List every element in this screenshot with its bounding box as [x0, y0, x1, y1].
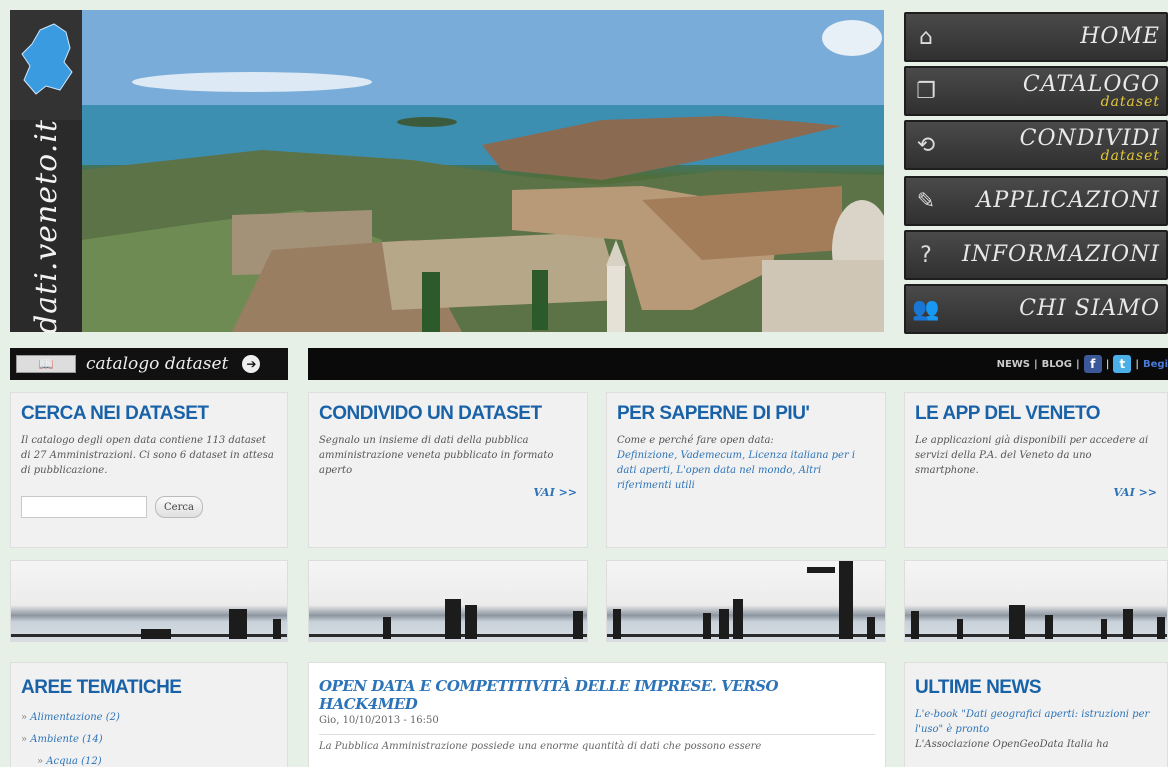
latest-news-panel: ULTIME NEWS L'e-book "Dati geografici ap…: [904, 662, 1168, 767]
news-blog-bar: NEWS | BLOG | f | t | Begi: [308, 348, 1168, 380]
facebook-icon[interactable]: f: [1083, 355, 1102, 373]
news-item-text: L'Associazione OpenGeoData Italia ha: [915, 739, 1109, 750]
latest-news-title: ULTIME NEWS: [915, 677, 1042, 698]
partial-link[interactable]: Begi: [1143, 359, 1168, 370]
article-date: Gio, 10/10/2013 - 16:50: [319, 715, 439, 726]
apps-vai-link[interactable]: VAI >>: [915, 486, 1157, 499]
veneto-map-icon[interactable]: [10, 10, 82, 120]
lagoon-image: [10, 560, 288, 642]
featured-article: OPEN DATA E COMPETITIVITÀ DELLE IMPRESE.…: [308, 662, 886, 767]
themes-list-item[interactable]: Ambiente (14): [21, 729, 277, 751]
people-icon: 👥: [912, 296, 940, 322]
nav-informazioni[interactable]: ? INFORMAZIONI: [904, 230, 1168, 280]
share-dataset-vai-link[interactable]: VAI >>: [319, 486, 577, 499]
nav-catalogo-sub: dataset: [1100, 94, 1160, 110]
lagoon-image: [308, 560, 588, 642]
news-item-link[interactable]: L'e-book "Dati geografici aperti: istruz…: [915, 707, 1157, 737]
article-excerpt: La Pubblica Amministrazione possiede una…: [319, 734, 875, 752]
nav-chi-siamo[interactable]: 👥 CHI SIAMO: [904, 284, 1168, 334]
site-logo-text: dati.veneto.it: [28, 118, 64, 334]
nav-condividi[interactable]: ⟲ CONDIVIDI dataset: [904, 120, 1168, 170]
apps-card: LE APP DEL VENETO Le applicazioni già di…: [904, 392, 1168, 548]
themes-title: AREE TEMATICHE: [21, 677, 182, 698]
phone-icon: ✎: [916, 188, 936, 214]
themes-list-item[interactable]: Alimentazione (2): [21, 707, 277, 729]
hero-image: [82, 10, 884, 332]
learn-more-intro: Come e perché fare open data:: [617, 435, 774, 446]
arrow-right-icon[interactable]: ➔: [242, 355, 261, 373]
news-link[interactable]: NEWS: [997, 359, 1030, 370]
nav-chi-siamo-label: CHI SIAMO: [1019, 296, 1160, 321]
question-icon: ?: [920, 242, 932, 268]
separator: |: [1034, 358, 1038, 370]
nav-informazioni-label: INFORMAZIONI: [961, 242, 1160, 267]
nav-catalogo[interactable]: ❐ CATALOGO dataset: [904, 66, 1168, 116]
nav-catalogo-label: CATALOGO dataset: [946, 74, 1166, 110]
nav-applicazioni[interactable]: ✎ APPLICAZIONI: [904, 176, 1168, 226]
nav-home[interactable]: ⌂ HOME: [904, 12, 1168, 62]
separator: |: [1105, 358, 1110, 370]
copy-icon: ❐: [916, 78, 936, 104]
separator: |: [1135, 358, 1139, 370]
home-icon: ⌂: [919, 24, 933, 50]
learn-more-card: PER SAPERNE DI PIU' Come e perché fare o…: [606, 392, 886, 548]
lagoon-image: [606, 560, 886, 642]
learn-more-links[interactable]: Definizione, Vademecum, Licenza italiana…: [617, 448, 875, 493]
nav-home-label: HOME: [1080, 24, 1160, 49]
apps-title: LE APP DEL VENETO: [915, 403, 1101, 424]
lagoon-image: [904, 560, 1168, 642]
search-row: Cerca: [21, 496, 277, 518]
twitter-icon[interactable]: t: [1113, 355, 1132, 373]
blog-link[interactable]: BLOG: [1042, 359, 1072, 370]
themes-list-item[interactable]: Acqua (12): [21, 751, 277, 767]
share-dataset-text: Segnalo un insieme di dati della pubblic…: [319, 435, 554, 476]
catalog-dataset-bar[interactable]: 📖 catalogo dataset ➔: [10, 348, 288, 380]
search-dataset-card: CERCA NEI DATASET Il catalogo degli open…: [10, 392, 288, 548]
nav-condividi-sub: dataset: [1100, 148, 1160, 164]
share-icon: ⟲: [916, 132, 936, 158]
learn-more-title: PER SAPERNE DI PIU': [617, 403, 810, 424]
nav-condividi-label: CONDIVIDI dataset: [946, 128, 1166, 164]
search-dataset-title: CERCA NEI DATASET: [21, 403, 209, 424]
separator: |: [1076, 358, 1080, 370]
book-icon: 📖: [16, 355, 76, 373]
apps-text: Le applicazioni già disponibili per acce…: [915, 435, 1149, 476]
article-title[interactable]: OPEN DATA E COMPETITIVITÀ DELLE IMPRESE.…: [319, 677, 875, 713]
search-button[interactable]: Cerca: [155, 496, 203, 518]
nav-applicazioni-label: APPLICAZIONI: [976, 188, 1160, 213]
share-dataset-title: CONDIVIDO UN DATASET: [319, 403, 542, 424]
site-logo[interactable]: dati.veneto.it: [10, 118, 82, 334]
themes-panel: AREE TEMATICHE Alimentazione (2) Ambient…: [10, 662, 288, 767]
share-dataset-card: CONDIVIDO UN DATASET Segnalo un insieme …: [308, 392, 588, 548]
search-dataset-text: Il catalogo degli open data contiene 113…: [21, 435, 274, 476]
catalog-dataset-label: catalogo dataset: [86, 354, 229, 374]
search-input[interactable]: [21, 496, 147, 518]
themes-list: Alimentazione (2) Ambiente (14) Acqua (1…: [21, 707, 277, 767]
